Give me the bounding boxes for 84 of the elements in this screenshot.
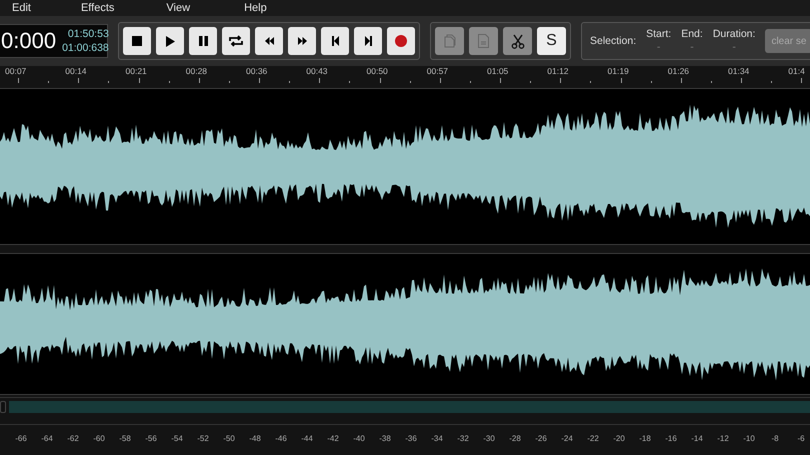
total-time: 01:50:53 [68, 27, 109, 41]
db-label: -42 [326, 434, 340, 442]
menu-item[interactable]: View [154, 2, 202, 14]
db-label: -50 [222, 434, 236, 442]
scrollbar[interactable] [9, 401, 810, 413]
db-label: -20 [612, 434, 626, 442]
db-label: -16 [664, 434, 678, 442]
time-label: 01:4 [788, 66, 805, 76]
db-label: -52 [196, 434, 210, 442]
time-label: 01:19 [608, 66, 629, 76]
db-label: -34 [430, 434, 444, 442]
time-label: 01:12 [547, 66, 569, 76]
forward-button[interactable] [288, 27, 316, 55]
db-label: -58 [118, 434, 132, 442]
menu-item[interactable]: Help [232, 2, 279, 14]
time-label: 01:34 [728, 66, 750, 76]
db-label: -18 [638, 434, 652, 442]
record-icon [395, 35, 407, 47]
db-label: -22 [586, 434, 600, 442]
field-label: Duration: [712, 28, 756, 41]
db-label: -26 [534, 434, 548, 442]
field-value: - [656, 41, 660, 54]
menu-item[interactable]: Effects [68, 2, 126, 14]
menu-item[interactable]: Edit [0, 2, 43, 14]
pause-button[interactable] [189, 27, 217, 55]
cut-button[interactable] [503, 27, 532, 55]
rewind-button[interactable] [255, 27, 283, 55]
play-icon [166, 36, 174, 46]
skip-start-button[interactable] [321, 27, 349, 55]
loop-icon [228, 35, 244, 47]
db-label: -46 [274, 434, 288, 442]
pause-icon [198, 36, 208, 46]
fast-forward-icon [298, 37, 306, 45]
copy-icon [444, 34, 456, 48]
field-label: End: [681, 28, 703, 41]
time-label: 00:57 [426, 66, 448, 76]
db-label: -48 [248, 434, 262, 442]
text-button[interactable]: S [537, 27, 566, 55]
db-label: -64 [40, 434, 54, 442]
current-time: 0:000 [1, 28, 56, 54]
db-label: -60 [92, 434, 106, 442]
time-label: 01:05 [487, 66, 508, 76]
db-label: -12 [716, 434, 730, 442]
time-label: 00:50 [366, 66, 388, 76]
db-label: -62 [66, 434, 80, 442]
time-label: 00:28 [186, 66, 208, 76]
field-value: - [690, 41, 694, 54]
db-label: -14 [690, 434, 704, 442]
field-label: Start: [646, 28, 672, 41]
db-label: -30 [482, 434, 496, 442]
db-label: -10 [742, 434, 756, 442]
stop-icon [132, 36, 142, 46]
db-label: -24 [560, 434, 574, 442]
db-label: -40 [352, 434, 366, 442]
time-label: 00:07 [5, 66, 26, 76]
time-label: 00:43 [306, 66, 328, 76]
loop-button[interactable] [222, 27, 250, 55]
db-label: -28 [508, 434, 522, 442]
db-label: -36 [404, 434, 418, 442]
skip-end-icon [364, 36, 372, 46]
db-label: -8 [770, 434, 780, 442]
db-label: -38 [378, 434, 392, 442]
time-label: 01:26 [668, 66, 690, 76]
time-label: 00:21 [126, 66, 147, 76]
play-button[interactable] [156, 27, 184, 55]
db-label: -6 [796, 434, 806, 442]
db-label: -32 [456, 434, 470, 442]
time-label: 00:36 [246, 66, 268, 76]
db-label: -44 [300, 434, 314, 442]
scroll-handle[interactable] [0, 401, 6, 413]
skip-start-icon [332, 36, 338, 46]
db-label: -56 [144, 434, 158, 442]
db-label: -66 [14, 434, 28, 442]
db-label: -54 [170, 434, 184, 442]
document-icon [478, 34, 489, 48]
record-button[interactable] [387, 27, 415, 55]
selection-label: Selection: [590, 35, 636, 47]
position-time: 01:00:638 [62, 41, 109, 55]
time-label: 00:14 [65, 66, 87, 76]
skip-end-button[interactable] [354, 27, 382, 55]
stop-button[interactable] [123, 27, 151, 55]
rewind-icon [264, 37, 274, 45]
scissors-icon [510, 34, 524, 48]
field-value: - [732, 41, 736, 54]
